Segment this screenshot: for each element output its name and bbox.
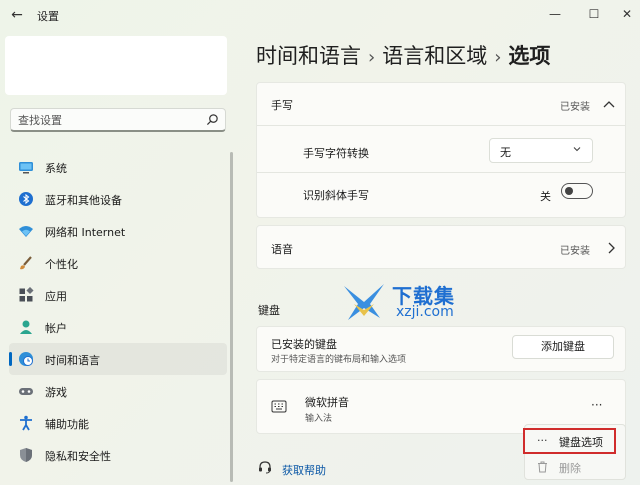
- italic-handwriting-label: 识别斜体手写: [303, 189, 369, 202]
- app-title: 设置: [37, 10, 59, 23]
- speech-card[interactable]: 语音 已安装: [256, 225, 626, 269]
- italic-handwriting-toggle[interactable]: [561, 183, 593, 199]
- brush-icon: [20, 256, 32, 270]
- user-profile-card[interactable]: [5, 36, 227, 95]
- watermark-bird-icon: [344, 284, 384, 320]
- delete-menu-item[interactable]: 删除: [529, 455, 623, 479]
- help-label: 获取帮助: [282, 464, 326, 477]
- sidebar-item-label: 个性化: [45, 258, 78, 271]
- installed-keyboards-title: 已安装的键盘: [271, 338, 337, 351]
- ime-type: 输入法: [305, 414, 333, 424]
- sidebar-nav: 系统 蓝牙和其他设备 网络和 Internet 个性化 应用 帐户 时间和语言 …: [9, 151, 231, 471]
- search-input[interactable]: [18, 112, 198, 128]
- chevron-up-icon[interactable]: [603, 99, 615, 109]
- chevron-right-icon: [608, 242, 615, 254]
- accessibility-icon: [20, 415, 32, 431]
- toggle-state-label: 关: [540, 190, 551, 203]
- sidebar-item-label: 隐私和安全性: [45, 450, 111, 463]
- help-icon: [259, 461, 271, 474]
- sidebar-item-gaming[interactable]: 游戏: [9, 375, 227, 407]
- gamepad-icon: [19, 388, 33, 395]
- clock-globe-icon: [19, 352, 33, 366]
- breadcrumb-separator: ›: [368, 47, 376, 68]
- sidebar-item-label: 帐户: [45, 322, 67, 335]
- search-box[interactable]: [10, 108, 226, 132]
- speech-status: 已安装: [560, 246, 590, 257]
- wifi-icon: [19, 226, 33, 237]
- chevron-down-icon: [573, 147, 581, 152]
- shield-icon: [20, 448, 32, 462]
- watermark-url: xzji.com: [396, 304, 454, 320]
- sidebar-item-privacy[interactable]: 隐私和安全性: [9, 439, 227, 471]
- ime-name: 微软拼音: [305, 396, 349, 409]
- monitor-icon: [19, 162, 33, 174]
- add-keyboard-button[interactable]: 添加键盘: [512, 335, 614, 359]
- sidebar-item-accessibility[interactable]: 辅助功能: [9, 407, 227, 439]
- char-conversion-dropdown[interactable]: 无: [489, 138, 593, 163]
- sidebar-item-personalization[interactable]: 个性化: [9, 247, 227, 279]
- sidebar-scrollbar[interactable]: [230, 152, 233, 482]
- sidebar-item-accounts[interactable]: 帐户: [9, 311, 227, 343]
- close-button[interactable]: ✕: [614, 4, 640, 24]
- minimize-button[interactable]: —: [542, 4, 568, 24]
- sidebar-item-label: 游戏: [45, 386, 67, 399]
- speech-title: 语音: [271, 243, 293, 256]
- breadcrumb-time-language[interactable]: 时间和语言: [256, 44, 361, 68]
- sidebar-item-label: 蓝牙和其他设备: [45, 194, 122, 207]
- apps-icon: [19, 287, 34, 302]
- toggle-knob: [565, 187, 573, 195]
- user-icon: [20, 320, 32, 334]
- sidebar-item-label: 系统: [45, 162, 67, 175]
- search-icon[interactable]: [206, 113, 219, 126]
- sidebar-item-time-language[interactable]: 时间和语言: [9, 343, 227, 375]
- sidebar-item-label: 网络和 Internet: [45, 226, 126, 239]
- divider: [257, 125, 625, 126]
- sidebar-item-system[interactable]: 系统: [9, 151, 227, 183]
- breadcrumb-language-region[interactable]: 语言和区域: [382, 44, 487, 68]
- trash-icon: [538, 461, 547, 473]
- watermark-logo: 下载集 xzji.com: [340, 280, 470, 320]
- keyboard-icon: [271, 400, 287, 413]
- sidebar-item-apps[interactable]: 应用: [9, 279, 227, 311]
- dropdown-value: 无: [500, 146, 511, 159]
- handwriting-title: 手写: [271, 99, 293, 112]
- sidebar-item-label: 应用: [45, 290, 67, 303]
- divider: [257, 172, 625, 173]
- more-options-button[interactable]: ···: [591, 398, 602, 412]
- page-title: 选项: [508, 44, 551, 68]
- breadcrumb-separator: ›: [494, 47, 502, 68]
- sidebar-item-label: 时间和语言: [45, 354, 100, 367]
- handwriting-status: 已安装: [560, 102, 590, 113]
- back-button[interactable]: ←: [8, 6, 26, 24]
- menu-item-label: 删除: [559, 462, 581, 475]
- sidebar-item-label: 辅助功能: [45, 418, 89, 431]
- title-bar: ← 设置 — ☐ ✕: [0, 0, 640, 30]
- sidebar-item-bluetooth[interactable]: 蓝牙和其他设备: [9, 183, 227, 215]
- keyboard-section-title: 键盘: [258, 304, 280, 317]
- installed-keyboards-desc: 对于特定语言的键布局和输入选项: [271, 355, 407, 365]
- maximize-button[interactable]: ☐: [581, 4, 607, 24]
- installed-keyboards-card: 已安装的键盘 对于特定语言的键布局和输入选项 添加键盘: [256, 326, 626, 372]
- highlight-box: [523, 428, 616, 454]
- char-conversion-label: 手写字符转换: [303, 147, 369, 160]
- bluetooth-icon: [19, 192, 33, 206]
- handwriting-card: 手写 已安装 手写字符转换 无 识别斜体手写 关: [256, 82, 626, 218]
- sidebar-item-network[interactable]: 网络和 Internet: [9, 215, 227, 247]
- breadcrumb: 时间和语言 › 语言和区域 › 选项: [256, 40, 550, 70]
